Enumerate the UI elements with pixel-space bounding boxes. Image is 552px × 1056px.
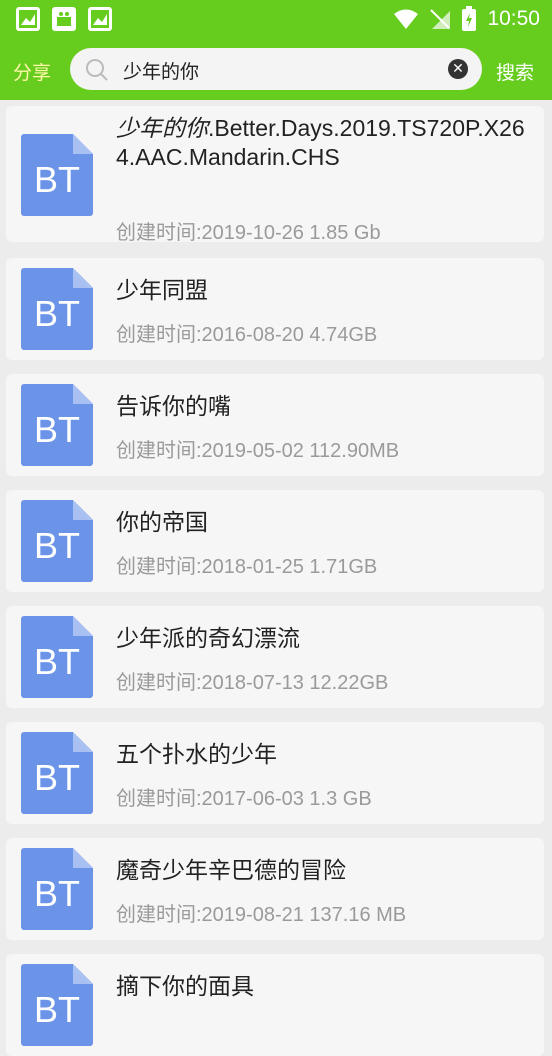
wifi-icon	[394, 9, 419, 29]
item-meta: 创建时间:2018-01-25 1.71GB	[116, 556, 378, 578]
search-input[interactable]: 少年的你 ✕	[70, 48, 482, 90]
list-item[interactable]: BT 你的帝国 创建时间:2018-01-25 1.71GB	[6, 490, 544, 592]
item-meta: 创建时间:2017-06-03 1.3 GB	[116, 788, 372, 810]
android-store-icon	[52, 7, 76, 31]
clock: 10:50	[487, 7, 540, 30]
item-title: 你的帝国	[116, 509, 208, 535]
notification-icons	[16, 7, 112, 31]
list-item[interactable]: BT 少年的你.Better.Days.2019.TS720P.X264.AAC…	[6, 106, 544, 244]
item-title: 魔奇少年辛巴德的冒险	[116, 857, 346, 883]
list-item[interactable]: BT 告诉你的嘴 创建时间:2019-05-02 112.90MB	[6, 374, 544, 476]
list-item[interactable]: BT 五个扑水的少年 创建时间:2017-06-03 1.3 GB	[6, 722, 544, 824]
system-icons: 10:50	[393, 6, 540, 32]
item-meta: 创建时间:2016-08-20 4.74GB	[116, 324, 378, 346]
item-meta: 创建时间:2018-07-13 12.22GB	[116, 672, 389, 694]
picture-icon	[16, 7, 40, 31]
search-button[interactable]: 搜索	[496, 58, 534, 85]
search-icon	[86, 59, 108, 81]
battery-charging-icon	[462, 6, 477, 31]
list-item[interactable]: BT 少年派的奇幻漂流 创建时间:2018-07-13 12.22GB	[6, 606, 544, 708]
item-title: 摘下你的面具	[116, 973, 254, 999]
item-title: 五个扑水的少年	[116, 741, 277, 767]
no-sim-icon	[430, 9, 451, 29]
item-meta: 创建时间:2019-10-26 1.85 Gb	[116, 222, 381, 244]
item-meta: 创建时间:2019-05-02 112.90MB	[116, 440, 400, 462]
item-title: 少年派的奇幻漂流	[116, 625, 300, 651]
item-title: 少年同盟	[116, 277, 208, 303]
share-button[interactable]: 分享	[13, 58, 51, 85]
item-title: 告诉你的嘴	[116, 393, 231, 419]
status-bar: 10:50	[0, 0, 552, 40]
list-item[interactable]: BT 魔奇少年辛巴德的冒险 创建时间:2019-08-21 137.16 MB	[6, 838, 544, 940]
item-meta: 创建时间:2019-08-21 137.16 MB	[116, 904, 407, 926]
search-query[interactable]: 少年的你	[123, 57, 199, 84]
picture-icon	[88, 7, 112, 31]
item-title-highlight: 少年的你	[116, 115, 208, 141]
clear-icon[interactable]: ✕	[448, 59, 468, 79]
item-title: 少年的你.Better.Days.2019.TS720P.X264.AAC.Ma…	[116, 114, 541, 172]
search-toolbar: 分享 少年的你 ✕ 搜索	[0, 40, 552, 100]
list-item[interactable]: BT 摘下你的面具	[6, 954, 544, 1056]
list-item[interactable]: BT 少年同盟 创建时间:2016-08-20 4.74GB	[6, 258, 544, 360]
